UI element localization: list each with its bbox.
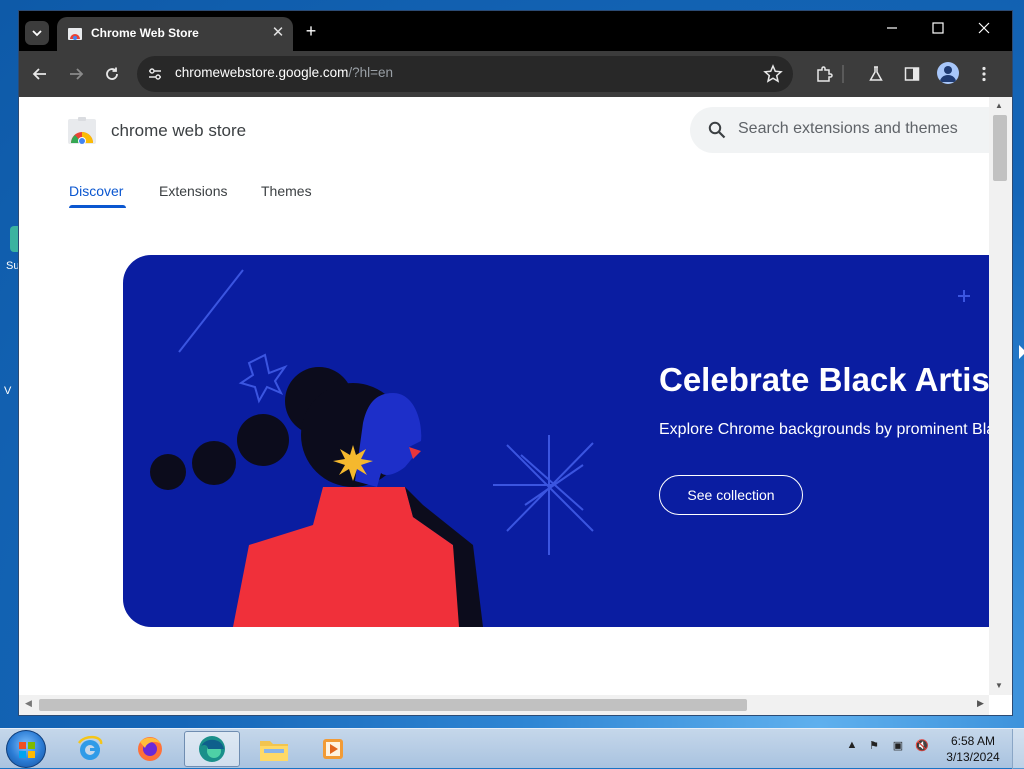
url-path: /?hl=en <box>348 65 394 80</box>
forward-button[interactable] <box>65 63 87 85</box>
toolbar-divider <box>841 63 845 85</box>
vertical-scrollbar[interactable]: ▲ ▼ <box>989 97 1012 695</box>
taskbar-media-player[interactable] <box>306 731 362 767</box>
network-icon[interactable]: ▣ <box>890 739 906 755</box>
tab-extensions[interactable]: Extensions <box>159 183 227 199</box>
tab-discover[interactable]: Discover <box>69 183 123 199</box>
search-icon <box>708 121 726 139</box>
active-tab-indicator <box>69 205 126 208</box>
tab-strip: Chrome Web Store ✕ + <box>19 11 1012 51</box>
web-page: chrome web store Search extensions and t… <box>19 97 989 695</box>
arrow-right-icon <box>70 68 84 80</box>
horizontal-scroll-thumb[interactable] <box>39 699 747 711</box>
volume-muted-icon[interactable]: 🔇 <box>914 739 930 755</box>
scroll-down-arrow-icon[interactable]: ▼ <box>995 681 1003 690</box>
extensions-button[interactable] <box>813 63 835 85</box>
reload-button[interactable] <box>101 63 123 85</box>
minimize-button[interactable] <box>881 21 903 41</box>
close-window-button[interactable] <box>973 21 995 41</box>
tab-themes[interactable]: Themes <box>261 183 312 199</box>
taskbar-file-explorer[interactable] <box>246 731 302 767</box>
reload-icon <box>106 67 118 80</box>
site-info-icon[interactable] <box>147 66 163 82</box>
profile-avatar[interactable] <box>937 62 959 84</box>
firefox-icon <box>138 737 162 761</box>
show-desktop-button[interactable] <box>1012 729 1024 769</box>
desktop-shortcut[interactable]: Su <box>0 220 30 280</box>
puzzle-icon <box>817 66 833 82</box>
browser-toolbar: chromewebstore.google.com/?hl=en <box>19 51 1012 97</box>
start-button[interactable] <box>6 730 46 768</box>
address-bar[interactable]: chromewebstore.google.com/?hl=en <box>137 56 793 92</box>
clock-time: 6:58 AM <box>950 734 996 748</box>
hero-title: Celebrate Black Artists <box>659 361 989 398</box>
scroll-left-arrow-icon[interactable]: ◀ <box>25 698 32 709</box>
taskbar-firefox[interactable] <box>122 731 178 767</box>
see-collection-button[interactable]: See collection <box>659 475 803 515</box>
hero-subtitle: Explore Chrome backgrounds by prominent … <box>659 421 989 438</box>
mouse-cursor-icon <box>1019 345 1024 359</box>
taskbar-internet-explorer[interactable] <box>62 731 118 767</box>
horizontal-scrollbar[interactable]: ◀ ▶ <box>19 695 989 715</box>
tab-search-button[interactable] <box>25 21 49 45</box>
action-center-flag-icon[interactable]: ⚑ <box>866 739 882 755</box>
folder-icon <box>260 741 288 761</box>
side-panel-icon <box>904 67 920 81</box>
person-icon <box>940 66 956 82</box>
hero-banner[interactable]: Celebrate Black Artists Explore Chrome b… <box>123 255 989 627</box>
menu-button[interactable] <box>973 63 995 85</box>
vertical-scroll-thumb[interactable] <box>993 115 1007 181</box>
desktop-edge-text: V <box>4 385 12 397</box>
tab-close-icon[interactable]: ✕ <box>269 24 287 42</box>
plus-decoration-icon <box>958 290 970 302</box>
edge-icon <box>199 736 225 762</box>
taskbar-clock[interactable]: 6:58 AM 3/13/2024 <box>940 733 1006 765</box>
browser-window: Chrome Web Store ✕ + chromewebstore.goog… <box>18 10 1013 716</box>
back-button[interactable] <box>29 63 51 85</box>
bookmark-star-icon[interactable] <box>763 64 783 84</box>
close-icon <box>978 22 990 34</box>
maximize-button[interactable] <box>927 21 949 41</box>
url-host: chromewebstore.google.com <box>175 65 349 80</box>
tab-chrome-web-store[interactable]: Chrome Web Store ✕ <box>57 17 293 51</box>
show-hidden-icons-icon[interactable]: ▲ <box>844 739 860 755</box>
internet-explorer-icon <box>77 735 103 760</box>
more-vert-icon <box>982 66 986 82</box>
chevron-down-icon <box>32 30 42 37</box>
maximize-icon <box>932 22 944 34</box>
taskbar-edge[interactable] <box>184 731 240 767</box>
new-tab-button[interactable]: + <box>301 21 321 41</box>
store-search-input[interactable]: Search extensions and themes <box>690 107 989 153</box>
scroll-right-arrow-icon[interactable]: ▶ <box>977 698 984 709</box>
site-name[interactable]: chrome web store <box>111 121 246 141</box>
media-player-icon <box>323 739 343 759</box>
hero-illustration <box>150 269 594 627</box>
minimize-icon <box>887 27 897 29</box>
chrome-web-store-logo-icon[interactable] <box>67 117 97 145</box>
labs-button[interactable] <box>865 63 887 85</box>
url-text[interactable]: chromewebstore.google.com/?hl=en <box>175 65 393 80</box>
taskbar: ▲ ⚑ ▣ 🔇 6:58 AM 3/13/2024 <box>0 728 1024 769</box>
flask-icon <box>869 66 883 81</box>
clock-date: 3/13/2024 <box>946 750 1000 764</box>
windows-logo-icon <box>19 742 35 758</box>
arrow-left-icon <box>32 68 46 80</box>
scroll-up-arrow-icon[interactable]: ▲ <box>995 101 1003 110</box>
web-store-favicon-icon <box>68 28 82 40</box>
side-panel-button[interactable] <box>901 63 923 85</box>
search-placeholder: Search extensions and themes <box>738 120 958 137</box>
tab-title: Chrome Web Store <box>91 26 199 40</box>
divider-line <box>842 65 844 83</box>
